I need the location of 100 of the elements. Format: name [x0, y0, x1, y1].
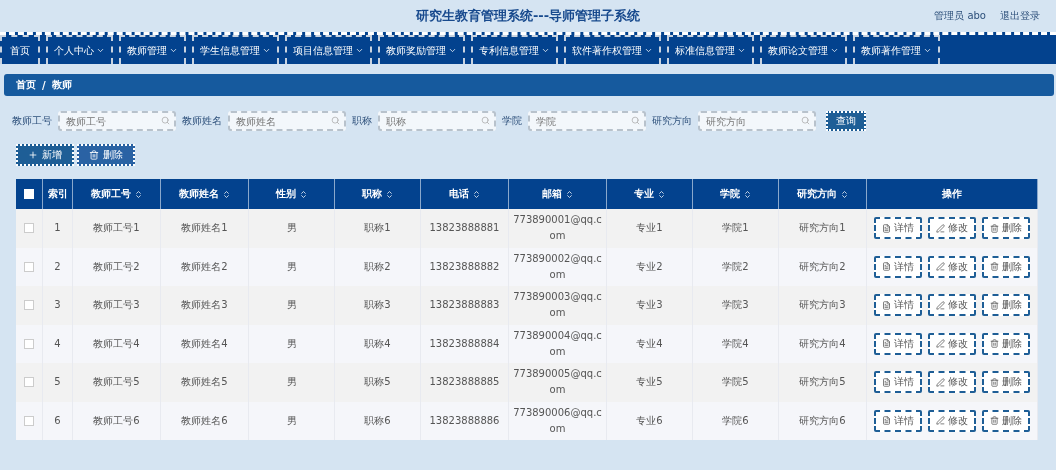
- delete-button[interactable]: 删除: [982, 409, 1030, 432]
- nav-menu-item[interactable]: 学生信息管理: [192, 35, 279, 64]
- delete-button[interactable]: 删除: [982, 294, 1030, 317]
- table-cell: 1: [43, 209, 73, 248]
- trash-icon: [990, 339, 999, 349]
- document-icon: [882, 339, 891, 349]
- delete-button[interactable]: 删除: [982, 371, 1030, 394]
- table-cell: 773890001@qq.com: [509, 209, 607, 248]
- field-label: 学院: [502, 114, 522, 128]
- column-header: 索引: [43, 179, 73, 209]
- nav-menu-item[interactable]: 教师奖励管理: [378, 35, 465, 64]
- row-checkbox[interactable]: [24, 300, 34, 311]
- breadcrumb-item[interactable]: 首页: [16, 78, 36, 92]
- select-all-checkbox[interactable]: [24, 189, 34, 199]
- column-header[interactable]: 职称: [335, 179, 421, 209]
- nav-menu-item[interactable]: 标准信息管理: [667, 35, 754, 64]
- nav-menu-item[interactable]: 项目信息管理: [285, 35, 372, 64]
- table-cell: 职称4: [335, 324, 421, 363]
- delete-button[interactable]: 删除: [982, 332, 1030, 355]
- breadcrumb-separator: /: [42, 79, 46, 91]
- row-checkbox[interactable]: [24, 223, 34, 234]
- edit-button[interactable]: 修改: [928, 294, 976, 317]
- query-button[interactable]: 查询: [826, 111, 866, 131]
- sort-icon: [471, 189, 481, 199]
- delete-button[interactable]: 删除: [982, 255, 1030, 278]
- delete-button[interactable]: 删除: [77, 144, 135, 166]
- column-header[interactable]: 专业: [607, 179, 693, 209]
- search-field[interactable]: 学院: [528, 111, 646, 131]
- trash-icon: [990, 416, 999, 426]
- pen-icon: [936, 416, 945, 426]
- pen-icon: [936, 223, 945, 233]
- column-header[interactable]: 教师工号: [73, 179, 161, 209]
- table-cell: 教师工号6: [73, 401, 161, 440]
- table-cell: 13823888882: [421, 247, 509, 286]
- column-header[interactable]: 教师姓名: [161, 179, 249, 209]
- column-header[interactable]: 性别: [249, 179, 335, 209]
- nav-menu-item[interactable]: 专利信息管理: [471, 35, 558, 64]
- edit-button[interactable]: 修改: [928, 255, 976, 278]
- table-cell: 研究方向5: [779, 363, 867, 402]
- row-checkbox[interactable]: [24, 415, 34, 426]
- detail-button[interactable]: 详情: [874, 294, 922, 317]
- table-cell: 男: [249, 209, 335, 248]
- table-cell: 4: [43, 324, 73, 363]
- chevron-down-icon: [96, 46, 105, 55]
- document-icon: [882, 416, 891, 426]
- table-cell: 研究方向4: [779, 324, 867, 363]
- search-field[interactable]: 教师工号: [58, 111, 176, 131]
- nav-menu-item[interactable]: 教师著作管理: [853, 35, 940, 64]
- edit-button[interactable]: 修改: [928, 217, 976, 240]
- row-checkbox[interactable]: [24, 377, 34, 388]
- search-icon: [631, 116, 640, 125]
- row-checkbox[interactable]: [24, 338, 34, 349]
- table-cell: 男: [249, 363, 335, 402]
- edit-button[interactable]: 修改: [928, 409, 976, 432]
- table-cell: 职称6: [335, 401, 421, 440]
- pen-icon: [936, 262, 945, 272]
- sort-icon: [564, 189, 574, 199]
- detail-button[interactable]: 详情: [874, 371, 922, 394]
- detail-button[interactable]: 详情: [874, 332, 922, 355]
- table-cell: 职称3: [335, 286, 421, 325]
- logout-link[interactable]: 退出登录: [1000, 9, 1040, 23]
- field-label: 教师工号: [12, 114, 52, 128]
- table-cell: 研究方向1: [779, 209, 867, 248]
- nav-menu-item[interactable]: 教师论文管理: [760, 35, 847, 64]
- trash-icon: [990, 300, 999, 310]
- edit-button[interactable]: 修改: [928, 371, 976, 394]
- add-button[interactable]: 新增: [16, 144, 74, 166]
- column-header[interactable]: 学院: [693, 179, 779, 209]
- search-field[interactable]: 职称: [378, 111, 496, 131]
- column-header[interactable]: 研究方向: [779, 179, 867, 209]
- table-cell: 13823888886: [421, 401, 509, 440]
- edit-button[interactable]: 修改: [928, 332, 976, 355]
- document-icon: [882, 300, 891, 310]
- nav-menu-item[interactable]: 个人中心: [46, 35, 113, 64]
- table-cell: 教师姓名2: [161, 247, 249, 286]
- table-cell: 专业2: [607, 247, 693, 286]
- nav-menu-item[interactable]: 软件著作权管理: [564, 35, 661, 64]
- detail-button[interactable]: 详情: [874, 217, 922, 240]
- user-name: 管理员 abo: [934, 9, 986, 23]
- column-header[interactable]: 邮箱: [509, 179, 607, 209]
- row-checkbox[interactable]: [24, 261, 34, 272]
- search-field[interactable]: 教师姓名: [228, 111, 346, 131]
- chevron-down-icon: [169, 46, 178, 55]
- detail-button[interactable]: 详情: [874, 409, 922, 432]
- column-header[interactable]: 电话: [421, 179, 509, 209]
- table-cell: 教师姓名6: [161, 401, 249, 440]
- table-cell: 专业1: [607, 209, 693, 248]
- nav-menu-item[interactable]: 首页: [0, 35, 40, 64]
- table-cell: 773890003@qq.com: [509, 286, 607, 325]
- nav-menu-item[interactable]: 教师管理: [119, 35, 186, 64]
- table-cell: 学院1: [693, 209, 779, 248]
- pen-icon: [936, 339, 945, 349]
- detail-button[interactable]: 详情: [874, 255, 922, 278]
- table-cell: 职称1: [335, 209, 421, 248]
- search-field[interactable]: 研究方向: [698, 111, 816, 131]
- document-icon: [882, 223, 891, 233]
- field-label: 职称: [352, 114, 372, 128]
- delete-button[interactable]: 删除: [982, 217, 1030, 240]
- table-cell: 6: [43, 401, 73, 440]
- trash-icon: [990, 262, 999, 272]
